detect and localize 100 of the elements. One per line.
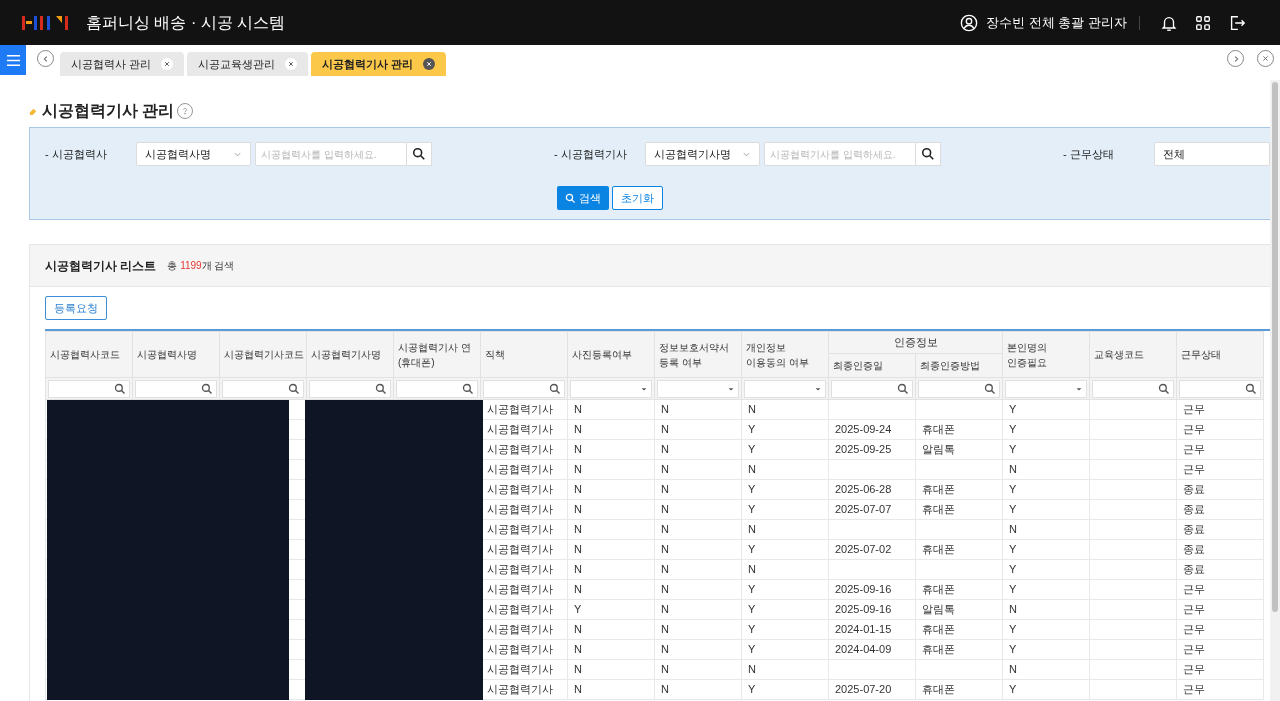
close-tab-icon[interactable] <box>423 58 436 70</box>
filter-dropdown[interactable] <box>1005 379 1087 398</box>
table-cell: N <box>574 523 582 536</box>
table-cell: 종료 <box>1183 483 1205 496</box>
table-cell: N <box>1009 463 1017 476</box>
table-cell: N <box>748 563 756 576</box>
table-cell: N <box>661 603 669 616</box>
close-tab-icon[interactable] <box>161 58 174 70</box>
table-cell: 휴대폰 <box>922 503 955 516</box>
pencil-icon <box>29 106 38 116</box>
scrollbar[interactable] <box>1270 80 1280 701</box>
search-field[interactable]: 시공협력기사를 입력하세요. <box>764 142 916 166</box>
table-cell: N <box>661 403 669 416</box>
table-cell: 시공협력기사 <box>487 623 553 636</box>
table-cell: N <box>574 443 582 456</box>
register-request-button[interactable]: 등록요청 <box>45 296 107 320</box>
table-cell: Y <box>1009 543 1017 556</box>
tab[interactable]: 시공협력사 관리 <box>60 52 185 76</box>
table-cell: Y <box>748 443 756 456</box>
table-cell: Y <box>748 683 756 696</box>
select-field[interactable]: 전체 <box>1154 142 1270 166</box>
table-cell: Y <box>1009 563 1017 576</box>
search-button[interactable] <box>407 142 432 166</box>
close-tab-icon[interactable] <box>285 58 298 70</box>
user-name: 장수빈 전체 총괄 관리자 <box>986 13 1127 32</box>
table-cell: Y <box>1009 483 1017 496</box>
select-field[interactable]: 시공협력사명 <box>136 142 251 166</box>
table-cell: 2025-07-02 <box>835 543 892 556</box>
table-cell: 휴대폰 <box>922 643 955 656</box>
table-cell: 2025-09-24 <box>835 423 892 436</box>
table-cell: Y <box>1009 443 1017 456</box>
table-cell: N <box>574 403 582 416</box>
menu-button[interactable] <box>0 45 26 75</box>
table-cell: Y <box>748 423 756 436</box>
table-cell: 근무 <box>1183 683 1205 696</box>
filter-field[interactable] <box>222 379 304 398</box>
table-cell: 휴대폰 <box>922 423 955 436</box>
filter-label: - 근무상태 <box>1063 146 1115 162</box>
table-cell: N <box>574 483 582 496</box>
search-button[interactable] <box>916 142 941 166</box>
search-icon <box>114 382 126 395</box>
table-cell: N <box>1009 523 1017 536</box>
filter-field[interactable] <box>831 379 913 398</box>
filter-dropdown[interactable] <box>570 379 652 398</box>
table-cell: 시공협력기사 <box>487 443 553 456</box>
table-cell: 근무 <box>1183 423 1205 436</box>
table-cell: Y <box>1009 503 1017 516</box>
table-cell: Y <box>1009 423 1017 436</box>
table-cell: N <box>661 543 669 556</box>
table-cell: N <box>574 543 582 556</box>
column-header: 시공협력기사코드 <box>224 348 304 362</box>
tab[interactable]: 시공교육생관리 <box>187 52 309 76</box>
column-header: 근무상태 <box>1181 348 1221 362</box>
column-header: 최종인증일 <box>833 359 883 373</box>
chevron-left-icon <box>41 54 50 63</box>
filter-field[interactable] <box>483 379 565 398</box>
search-icon <box>984 382 996 395</box>
table-cell: 종료 <box>1183 503 1205 516</box>
filter-field[interactable] <box>48 379 130 398</box>
search-icon <box>1245 382 1257 395</box>
table-cell: Y <box>748 643 756 656</box>
table-cell: N <box>574 503 582 516</box>
table-cell: N <box>661 443 669 456</box>
filter-field[interactable] <box>135 379 217 398</box>
table-cell: Y <box>748 543 756 556</box>
table-cell: 시공협력기사 <box>487 663 553 676</box>
table-cell: 시공협력기사 <box>487 583 553 596</box>
tab[interactable]: 시공협력기사 관리 <box>311 52 447 76</box>
table-cell: N <box>661 463 669 476</box>
table-cell: Y <box>1009 403 1017 416</box>
table-cell: Y <box>748 483 756 496</box>
table-cell: 종료 <box>1183 543 1205 556</box>
filter-field[interactable] <box>309 379 391 398</box>
table-cell: N <box>574 583 582 596</box>
filter-field[interactable] <box>1092 379 1174 398</box>
table-cell: 종료 <box>1183 563 1205 576</box>
table-cell: N <box>661 643 669 656</box>
table-cell: 시공협력기사 <box>487 543 553 556</box>
table-cell: Y <box>748 583 756 596</box>
table-cell: N <box>748 663 756 676</box>
filter-field[interactable] <box>918 379 1000 398</box>
table-cell: N <box>661 423 669 436</box>
table-cell: 2025-07-20 <box>835 683 892 696</box>
filter-field[interactable] <box>1179 379 1261 398</box>
search-icon <box>288 382 300 395</box>
search-field[interactable]: 시공협력사를 입력하세요. <box>255 142 407 166</box>
filter-dropdown[interactable] <box>744 379 826 398</box>
search-button[interactable]: 검색 <box>557 186 609 210</box>
filter-field[interactable] <box>396 379 478 398</box>
table-cell: Y <box>748 623 756 636</box>
select-field[interactable]: 시공협력기사명 <box>645 142 760 166</box>
table-cell: 근무 <box>1183 663 1205 676</box>
table-cell: 시공협력기사 <box>487 643 553 656</box>
table-cell: Y <box>1009 683 1017 696</box>
table-cell: N <box>574 463 582 476</box>
reset-button[interactable]: 초기화 <box>612 186 663 210</box>
filter-dropdown[interactable] <box>657 379 739 398</box>
column-header: 개인정보 이용동의 여부 <box>746 340 809 370</box>
table-cell: N <box>574 423 582 436</box>
table-cell: N <box>574 643 582 656</box>
